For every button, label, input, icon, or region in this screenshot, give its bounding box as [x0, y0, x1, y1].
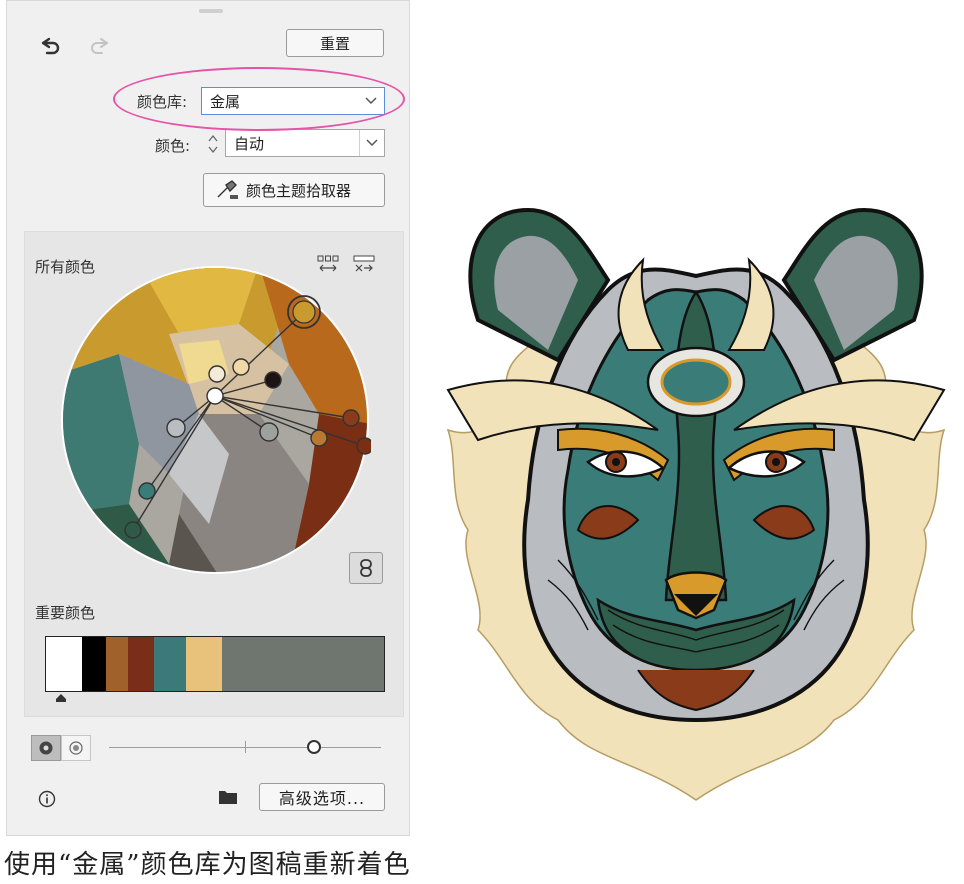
link-icon	[359, 558, 373, 578]
info-icon[interactable]	[37, 789, 57, 809]
redo-icon[interactable]	[87, 35, 113, 59]
color-wheel-section: 所有颜色 重要颜色	[24, 231, 404, 717]
swatch-orange[interactable]	[106, 637, 128, 691]
swatch-teal[interactable]	[154, 637, 186, 691]
picker-label: 颜色主题拾取器	[246, 181, 352, 200]
advanced-options-button[interactable]: 高级选项...	[259, 783, 385, 811]
library-select[interactable]: 金属	[201, 87, 385, 115]
color-theme-picker-button[interactable]: 颜色主题拾取器	[203, 173, 385, 207]
library-value: 金属	[210, 92, 241, 111]
panel-grip[interactable]	[199, 9, 223, 13]
brightness-slider-thumb[interactable]	[307, 740, 321, 754]
slider-midpoint	[245, 741, 246, 753]
wheel-mode-toggle[interactable]	[31, 735, 91, 761]
tiger-artwork	[438, 200, 954, 806]
reset-button[interactable]: 重置	[286, 29, 384, 57]
undo-icon[interactable]	[37, 35, 63, 59]
color-stepper-icon[interactable]	[204, 131, 222, 157]
color-select[interactable]: 自动	[225, 129, 385, 157]
important-colors-bar[interactable]	[45, 636, 385, 692]
chevron-down-icon	[359, 130, 384, 156]
library-label: 颜色库:	[137, 93, 188, 111]
chevron-down-icon	[364, 88, 378, 114]
segmented-wheel-icon[interactable]	[61, 735, 91, 761]
eyedropper-icon	[214, 179, 240, 201]
caption: 使用“金属”颜色库为图稿重新着色	[4, 850, 411, 880]
recolor-panel: 重置 颜色库: 金属 颜色: 自动 颜色主题拾取器 所有颜色 重要颜色 高级选项…	[6, 0, 410, 836]
color-wheel[interactable]	[59, 264, 371, 576]
color-value: 自动	[234, 134, 265, 153]
swatch-rust[interactable]	[128, 637, 154, 691]
swatch-cream[interactable]	[186, 637, 222, 691]
swatch-white[interactable]	[46, 637, 82, 691]
swatch-black[interactable]	[82, 637, 106, 691]
smooth-wheel-icon[interactable]	[31, 735, 61, 761]
important-colors-title: 重要颜色	[35, 604, 96, 622]
swatch-gray[interactable]	[222, 637, 384, 691]
folder-icon[interactable]	[217, 787, 239, 807]
swatch-marker-icon[interactable]	[55, 692, 67, 704]
link-harmony-button[interactable]	[349, 552, 383, 584]
color-label: 颜色:	[155, 137, 191, 155]
